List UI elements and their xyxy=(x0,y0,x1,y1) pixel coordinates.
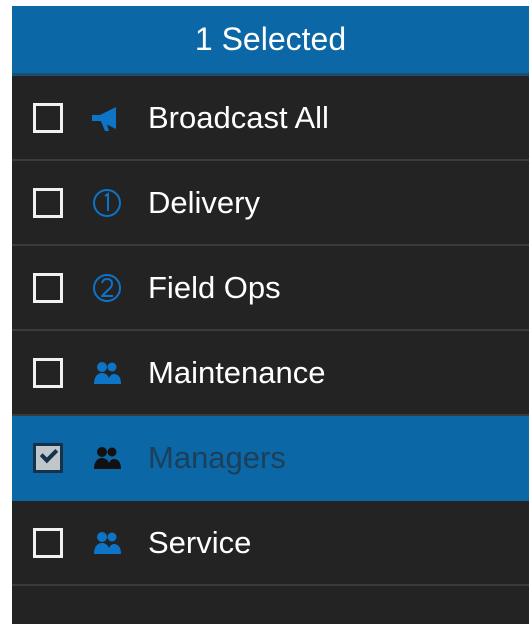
group-label: Broadcast All xyxy=(148,100,329,135)
group-row-field-ops[interactable]: Field Ops xyxy=(12,246,529,331)
group-row-service[interactable]: Service xyxy=(12,501,529,586)
checkbox[interactable] xyxy=(33,102,63,133)
group-icon xyxy=(88,524,126,562)
selection-header: 1 Selected xyxy=(12,6,529,76)
group-icon xyxy=(88,354,126,392)
group-label: Service xyxy=(148,525,252,560)
group-label: Delivery xyxy=(148,185,260,220)
number-two-circle-icon xyxy=(88,269,126,307)
megaphone-icon xyxy=(88,99,126,137)
selection-panel: 1 Selected Broadcast All Delivery Field … xyxy=(12,6,529,624)
checkbox[interactable] xyxy=(33,187,63,218)
group-row-delivery[interactable]: Delivery xyxy=(12,161,529,246)
number-one-circle-icon xyxy=(88,184,126,222)
group-icon xyxy=(88,439,126,477)
group-label: Managers xyxy=(148,440,286,475)
group-label: Maintenance xyxy=(148,355,326,390)
group-row-broadcast-all[interactable]: Broadcast All xyxy=(12,76,529,161)
checkbox[interactable] xyxy=(33,357,63,388)
checkbox[interactable] xyxy=(33,272,63,303)
checkbox-checked[interactable] xyxy=(33,442,63,473)
checkbox[interactable] xyxy=(33,527,63,558)
group-label: Field Ops xyxy=(148,270,281,305)
group-list: Broadcast All Delivery Field Ops Mainten… xyxy=(12,76,529,586)
group-row-maintenance[interactable]: Maintenance xyxy=(12,331,529,416)
group-row-managers[interactable]: Managers xyxy=(12,416,529,501)
check-icon xyxy=(39,444,59,463)
selection-count-title: 1 Selected xyxy=(194,21,347,57)
